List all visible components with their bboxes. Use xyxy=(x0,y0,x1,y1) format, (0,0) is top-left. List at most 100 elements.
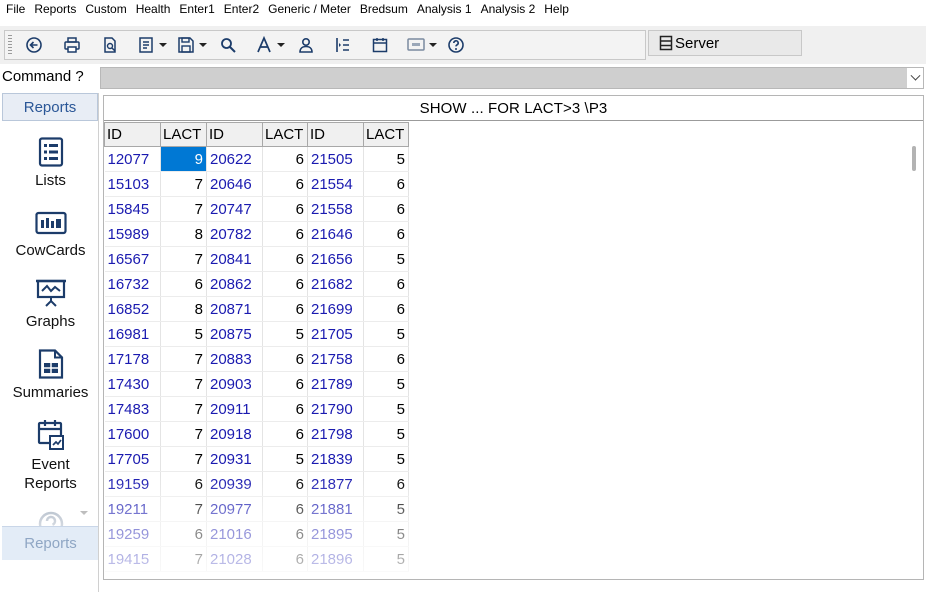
table-row[interactable]: 17600 7 20918 6 21798 5 xyxy=(104,421,409,447)
table-row[interactable]: 17483 7 20911 6 21790 5 xyxy=(104,396,409,422)
cell-lact[interactable]: 5 xyxy=(363,446,409,472)
cell-lact[interactable]: 5 xyxy=(363,371,409,397)
cell-id[interactable]: 20875 xyxy=(206,321,263,347)
cell-id[interactable]: 20911 xyxy=(206,396,263,422)
cell-lact[interactable]: 7 xyxy=(160,446,207,472)
cell-id[interactable]: 16567 xyxy=(104,246,161,272)
cell-id[interactable]: 15845 xyxy=(104,196,161,222)
cell-lact[interactable]: 6 xyxy=(262,296,308,322)
cell-id[interactable]: 21705 xyxy=(307,321,364,347)
nav-item-event-reports[interactable]: Event Reports xyxy=(2,419,98,493)
cell-id[interactable]: 21554 xyxy=(307,171,364,197)
cell-lact[interactable]: 7 xyxy=(160,421,207,447)
nav-header-reports[interactable]: Reports xyxy=(2,93,98,121)
cell-id[interactable]: 21758 xyxy=(307,346,364,372)
column-header-id[interactable]: ID xyxy=(104,122,161,147)
cell-id[interactable]: 21881 xyxy=(307,496,364,522)
command-input[interactable] xyxy=(100,67,924,89)
font-dropdown-icon[interactable] xyxy=(276,34,286,56)
column-header-lact[interactable]: LACT xyxy=(262,122,308,147)
toolbar-grip[interactable] xyxy=(8,35,12,55)
menu-file[interactable]: File xyxy=(0,2,25,16)
table-row[interactable]: 16567 7 20841 6 21656 5 xyxy=(104,246,409,272)
calendar-icon[interactable] xyxy=(366,34,394,56)
cell-id[interactable]: 19159 xyxy=(104,471,161,497)
cell-lact[interactable]: 7 xyxy=(160,346,207,372)
column-header-lact[interactable]: LACT xyxy=(363,122,409,147)
nav-item-summaries[interactable]: Summaries xyxy=(2,349,98,402)
cell-id[interactable]: 20931 xyxy=(206,446,263,472)
cell-id[interactable]: 20883 xyxy=(206,346,263,372)
cell-lact[interactable]: 7 xyxy=(160,371,207,397)
cell-lact[interactable]: 6 xyxy=(262,396,308,422)
table-row[interactable]: 16732 6 20862 6 21682 6 xyxy=(104,271,409,297)
cell-id[interactable]: 19259 xyxy=(104,521,161,547)
cell-id[interactable]: 21839 xyxy=(307,446,364,472)
cell-lact[interactable]: 6 xyxy=(160,521,207,547)
cell-lact[interactable]: 6 xyxy=(160,471,207,497)
page-setup-dropdown-icon[interactable] xyxy=(158,34,168,56)
cell-lact[interactable]: 6 xyxy=(363,471,409,497)
cell-lact[interactable]: 6 xyxy=(363,296,409,322)
cell-id[interactable]: 21016 xyxy=(206,521,263,547)
cell-lact[interactable]: 5 xyxy=(363,396,409,422)
nav-item-graphs[interactable]: Graphs xyxy=(2,278,98,331)
cell-id[interactable]: 21558 xyxy=(307,196,364,222)
cell-lact[interactable]: 6 xyxy=(363,346,409,372)
back-icon[interactable] xyxy=(20,34,48,56)
message-dropdown-icon[interactable] xyxy=(428,34,438,56)
cell-id[interactable]: 21699 xyxy=(307,296,364,322)
table-row[interactable]: 19415 7 21028 6 21896 5 xyxy=(104,546,409,572)
help-icon[interactable] xyxy=(444,34,468,56)
cell-lact[interactable]: 6 xyxy=(363,221,409,247)
cell-lact[interactable]: 6 xyxy=(262,496,308,522)
user-icon[interactable] xyxy=(292,34,320,56)
print-preview-icon[interactable] xyxy=(96,34,124,56)
column-header-lact[interactable]: LACT xyxy=(160,122,207,147)
cell-lact[interactable]: 7 xyxy=(160,546,207,572)
cell-lact[interactable]: 7 xyxy=(160,196,207,222)
menu-custom[interactable]: Custom xyxy=(79,2,126,16)
cell-id[interactable]: 17705 xyxy=(104,446,161,472)
cell-id[interactable]: 17178 xyxy=(104,346,161,372)
cell-lact[interactable]: 6 xyxy=(363,171,409,197)
cell-lact[interactable]: 6 xyxy=(262,371,308,397)
cell-id[interactable]: 15103 xyxy=(104,171,161,197)
menu-health[interactable]: Health xyxy=(130,2,171,16)
menu-analysis-2[interactable]: Analysis 2 xyxy=(475,2,536,16)
table-row[interactable]: 16852 8 20871 6 21699 6 xyxy=(104,296,409,322)
cell-id[interactable]: 21896 xyxy=(307,546,364,572)
cell-id[interactable]: 19415 xyxy=(104,546,161,572)
command-dropdown-icon[interactable] xyxy=(907,68,923,88)
cell-id[interactable]: 20782 xyxy=(206,221,263,247)
column-header-id[interactable]: ID xyxy=(307,122,364,147)
cell-lact[interactable]: 6 xyxy=(262,246,308,272)
cell-lact[interactable]: 8 xyxy=(160,221,207,247)
nav-item-cowcards[interactable]: CowCards xyxy=(2,211,98,260)
table-row[interactable]: 16981 5 20875 5 21705 5 xyxy=(104,321,409,347)
cell-id[interactable]: 20622 xyxy=(206,146,263,172)
cell-lact[interactable]: 5 xyxy=(363,496,409,522)
cell-lact[interactable]: 6 xyxy=(262,546,308,572)
table-row[interactable]: 17430 7 20903 6 21789 5 xyxy=(104,371,409,397)
nav-bottom-reports-button[interactable]: Reports xyxy=(2,526,98,560)
nav-scroll-down-icon[interactable] xyxy=(80,511,88,515)
cell-id[interactable]: 21028 xyxy=(206,546,263,572)
table-row[interactable]: 15845 7 20747 6 21558 6 xyxy=(104,196,409,222)
table-row[interactable]: 17178 7 20883 6 21758 6 xyxy=(104,346,409,372)
cell-lact[interactable]: 7 xyxy=(160,396,207,422)
cell-id[interactable]: 17600 xyxy=(104,421,161,447)
cell-lact[interactable]: 9 xyxy=(160,146,207,172)
cell-id[interactable]: 20646 xyxy=(206,171,263,197)
cell-id[interactable]: 20862 xyxy=(206,271,263,297)
cell-lact[interactable]: 6 xyxy=(262,521,308,547)
cell-id[interactable]: 21790 xyxy=(307,396,364,422)
page-setup-icon[interactable] xyxy=(134,34,158,56)
column-header-id[interactable]: ID xyxy=(206,122,263,147)
cell-id[interactable]: 21789 xyxy=(307,371,364,397)
cell-lact[interactable]: 6 xyxy=(262,146,308,172)
cell-lact[interactable]: 6 xyxy=(262,196,308,222)
cell-lact[interactable]: 7 xyxy=(160,171,207,197)
column-icon[interactable] xyxy=(328,34,356,56)
menu-enter1[interactable]: Enter1 xyxy=(173,2,214,16)
